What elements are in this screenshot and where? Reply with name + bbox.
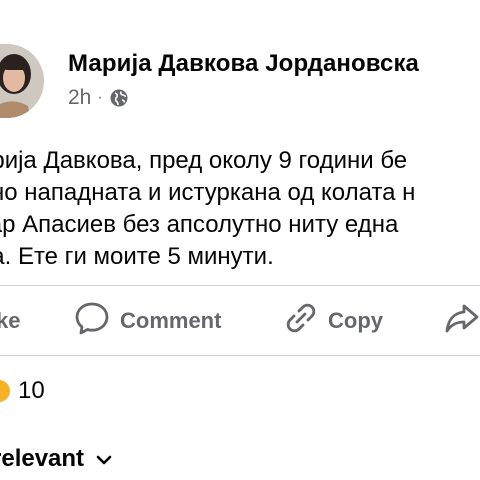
avatar-photo [0, 44, 44, 118]
meta-separator: · [97, 89, 103, 106]
like-button[interactable]: ke [0, 298, 20, 344]
divider [0, 355, 480, 356]
reactions-summary[interactable]: 10 [0, 376, 45, 406]
chevron-down-icon [96, 445, 112, 473]
share-icon [444, 301, 480, 341]
reaction-icon [0, 380, 10, 402]
post-text-line: на. Ете ги моите 5 минути. [0, 243, 274, 270]
post-text-line: тар Апасиев без апсолутно ниту една [0, 211, 399, 238]
avatar[interactable] [0, 44, 44, 118]
link-icon [284, 301, 318, 341]
post-text-line: арија Давкова, пред околу 9 години бе [0, 147, 408, 174]
post-text-line: пно нападната и истуркана од колата н [0, 179, 416, 206]
like-label: ke [0, 308, 21, 333]
share-button[interactable] [444, 298, 480, 344]
post-time[interactable]: 2h [68, 86, 91, 110]
copy-label: Copy [328, 308, 383, 333]
globe-icon[interactable] [109, 88, 129, 108]
sort-label: relevant [0, 445, 85, 472]
comment-icon [74, 300, 110, 342]
divider [0, 285, 480, 286]
reaction-count: 10 [18, 377, 45, 404]
comment-label: Comment [120, 308, 222, 333]
post-body: арија Давкова, пред околу 9 години бе пн… [0, 145, 480, 273]
post-meta: 2h · [68, 85, 129, 111]
comment-button[interactable]: Comment [74, 298, 221, 344]
copy-button[interactable]: Copy [284, 298, 383, 344]
post-screen: Марија Давкова Јордановска 2h · арија Да… [0, 0, 480, 480]
comment-sort-dropdown[interactable]: relevant [0, 443, 112, 475]
author-name[interactable]: Марија Давкова Јордановска [68, 50, 419, 78]
